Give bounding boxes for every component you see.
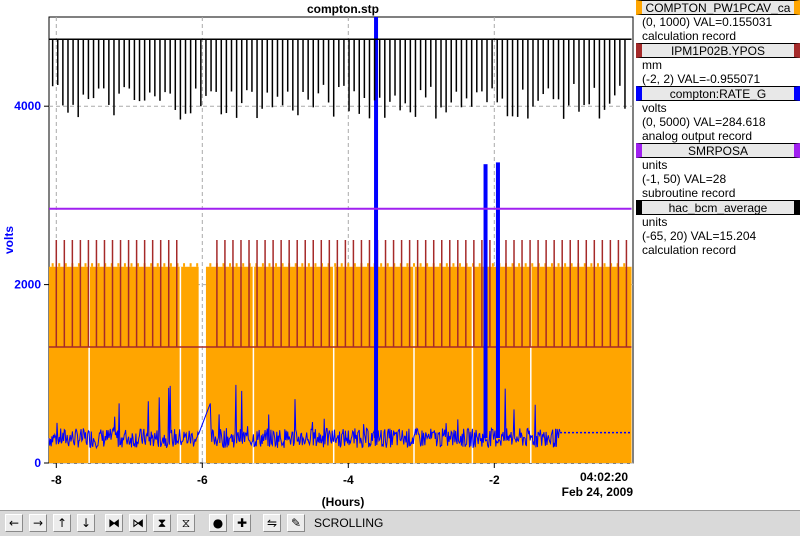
- legend-detail: (-2, 2) VAL=-0.955071: [642, 72, 761, 86]
- zoom-in-vertical-icon: ⧗: [157, 516, 167, 530]
- arrow-right-button[interactable]: →: [29, 514, 47, 532]
- arrow-down-icon: ↓: [80, 516, 92, 530]
- x-tick-label: -6: [197, 473, 208, 487]
- y-axis-label: volts: [2, 226, 16, 254]
- auto-scale-button[interactable]: ●: [209, 514, 227, 532]
- x-axis-label: (Hours): [322, 495, 365, 509]
- series-rate-g-spike: [495, 162, 500, 439]
- x-tick-label: -4: [343, 473, 354, 487]
- legend-detail: (-65, 20) VAL=15.204: [642, 229, 757, 243]
- legend-entry: SMRPOSA units (-1, 50) VAL=28 subroutine re…: [636, 143, 800, 200]
- arrow-left-button[interactable]: ←: [5, 514, 23, 532]
- legend-entry: hac_bcm_average units (-65, 20) VAL=15.204…: [636, 200, 800, 257]
- zoom-out-horizontal-icon: ⧒: [132, 516, 144, 530]
- x-tick-label: -8: [51, 473, 62, 487]
- legend-entry: COMPTON_PW1PCAV_ca (0, 1000) VAL=0.155031…: [636, 0, 800, 43]
- legend-series-name[interactable]: IPM1P02B.YPOS: [636, 43, 800, 58]
- series-rate-g-spike: [483, 164, 488, 439]
- legend-detail: (0, 1000) VAL=0.155031: [642, 15, 773, 29]
- legend-detail: calculation record: [642, 29, 737, 43]
- end-time-label: 04:02:20: [580, 470, 628, 484]
- zoom-in-horizontal-button[interactable]: ⧓: [105, 514, 123, 532]
- legend-series-name[interactable]: compton:RATE_G: [636, 86, 800, 101]
- zoom-in-vertical-button[interactable]: ⧗: [153, 514, 171, 532]
- legend-detail: volts: [642, 101, 667, 115]
- arrow-down-button[interactable]: ↓: [77, 514, 95, 532]
- arrow-up-icon: ↑: [56, 516, 68, 530]
- toolbar: SCROLLING ← → ↑ ↓ ⧓ ⧒ ⧗ ⧖ ● ✚ ⇋ ✎: [0, 510, 800, 536]
- legend-detail: subroutine record: [642, 186, 736, 200]
- legend-detail: calculation record: [642, 243, 737, 257]
- chart-title: compton.stp: [307, 2, 379, 16]
- legend-entry: IPM1P02B.YPOS mm (-2, 2) VAL=-0.955071: [636, 43, 800, 86]
- add-button[interactable]: ✚: [233, 514, 251, 532]
- auto-scale-horizontal-button[interactable]: ⇋: [263, 514, 281, 532]
- y-tick-label: 2000: [14, 278, 41, 292]
- auto-scale-horizontal-icon: ⇋: [266, 516, 278, 530]
- y-tick-label: 0: [34, 456, 41, 470]
- legend-series-name[interactable]: SMRPOSA: [636, 143, 800, 158]
- end-date-label: Feb 24, 2009: [562, 485, 634, 499]
- arrow-right-icon: →: [32, 516, 44, 530]
- legend-detail: (-1, 50) VAL=28: [642, 172, 727, 186]
- zoom-out-vertical-icon: ⧖: [181, 516, 191, 530]
- zoom-out-vertical-button[interactable]: ⧖: [177, 514, 195, 532]
- auto-scale-icon: ●: [212, 516, 224, 530]
- arrow-up-button[interactable]: ↑: [53, 514, 71, 532]
- zoom-out-horizontal-button[interactable]: ⧒: [129, 514, 147, 532]
- legend-series-name[interactable]: COMPTON_PW1PCAV_ca: [636, 0, 800, 15]
- config-icon: ✎: [290, 516, 302, 530]
- legend: COMPTON_PW1PCAV_ca (0, 1000) VAL=0.155031…: [636, 0, 800, 257]
- arrow-left-icon: ←: [8, 516, 20, 530]
- legend-detail: (0, 5000) VAL=284.618: [642, 115, 766, 129]
- add-icon: ✚: [236, 516, 248, 530]
- legend-detail: units: [642, 158, 668, 172]
- legend-series-name[interactable]: hac_bcm_average: [636, 200, 800, 215]
- status-text: SCROLLING: [314, 516, 384, 530]
- x-tick-label: -2: [489, 473, 500, 487]
- legend-detail: mm: [642, 58, 662, 72]
- legend-detail: analog output record: [642, 129, 753, 143]
- config-button[interactable]: ✎: [287, 514, 305, 532]
- legend-entry: compton:RATE_G volts (0, 5000) VAL=284.618…: [636, 86, 800, 143]
- y-tick-label: 4000: [14, 99, 41, 113]
- zoom-in-horizontal-icon: ⧓: [108, 516, 120, 530]
- legend-detail: units: [642, 215, 668, 229]
